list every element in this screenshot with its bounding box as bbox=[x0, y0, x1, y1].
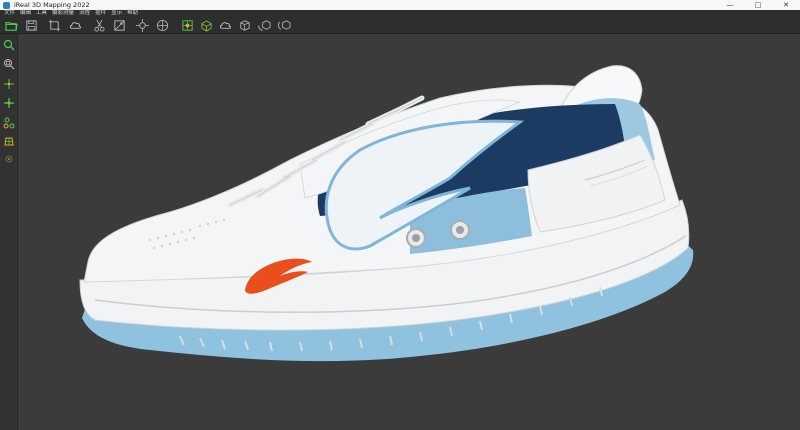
menu-help[interactable]: 帮助 bbox=[127, 10, 138, 17]
zoom-fit-icon[interactable] bbox=[2, 57, 15, 70]
align-icon[interactable] bbox=[155, 18, 169, 32]
cube-icon[interactable] bbox=[237, 18, 251, 32]
left-tool-panel bbox=[0, 34, 18, 430]
menu-photogrammetry[interactable]: 摄影测量 bbox=[52, 10, 74, 17]
save-icon[interactable] bbox=[24, 18, 38, 32]
title-bar: iReal 3D Mapping 2022 — □ ✕ bbox=[0, 0, 800, 10]
cloud-point-icon[interactable] bbox=[218, 18, 232, 32]
crosshair-icon[interactable] bbox=[2, 77, 15, 90]
node-link-icon[interactable] bbox=[2, 116, 15, 129]
minimize-button[interactable]: — bbox=[716, 0, 744, 10]
close-button[interactable]: ✕ bbox=[772, 0, 800, 10]
crop-icon[interactable] bbox=[47, 18, 61, 32]
sneaker-model bbox=[79, 65, 694, 362]
zoom-icon[interactable] bbox=[2, 38, 15, 51]
scissors-icon[interactable] bbox=[92, 18, 106, 32]
rotate-cube-2-icon[interactable] bbox=[277, 18, 291, 32]
menu-display[interactable]: 显示 bbox=[111, 10, 122, 17]
toolbar bbox=[0, 17, 800, 34]
window-controls: — □ ✕ bbox=[716, 0, 800, 10]
3d-viewport[interactable] bbox=[18, 34, 800, 430]
crosshair-add-icon[interactable] bbox=[2, 96, 15, 109]
menu-edit[interactable]: 编辑 bbox=[20, 10, 31, 17]
cloud-icon[interactable] bbox=[68, 18, 82, 32]
menu-tools[interactable]: 工具 bbox=[36, 10, 47, 17]
menu-plugins[interactable]: 插件 bbox=[95, 10, 106, 17]
menu-file[interactable]: 文件 bbox=[4, 10, 15, 17]
scan-icon[interactable] bbox=[199, 18, 213, 32]
app-logo-icon bbox=[3, 1, 10, 9]
rotate-cube-icon[interactable] bbox=[257, 18, 271, 32]
menu-bar: 文件 编辑 工具 摄影测量 流程 插件 显示 帮助 bbox=[0, 10, 800, 17]
point-icon[interactable] bbox=[2, 152, 15, 165]
window-title: iReal 3D Mapping 2022 bbox=[14, 1, 90, 9]
open-folder-icon[interactable] bbox=[4, 18, 18, 32]
maximize-button[interactable]: □ bbox=[744, 0, 772, 10]
menu-workflow[interactable]: 流程 bbox=[79, 10, 90, 17]
grid-box-icon[interactable] bbox=[2, 134, 15, 147]
target-icon[interactable] bbox=[135, 18, 149, 32]
mesh-icon[interactable] bbox=[180, 18, 194, 32]
texture-icon[interactable] bbox=[112, 18, 126, 32]
